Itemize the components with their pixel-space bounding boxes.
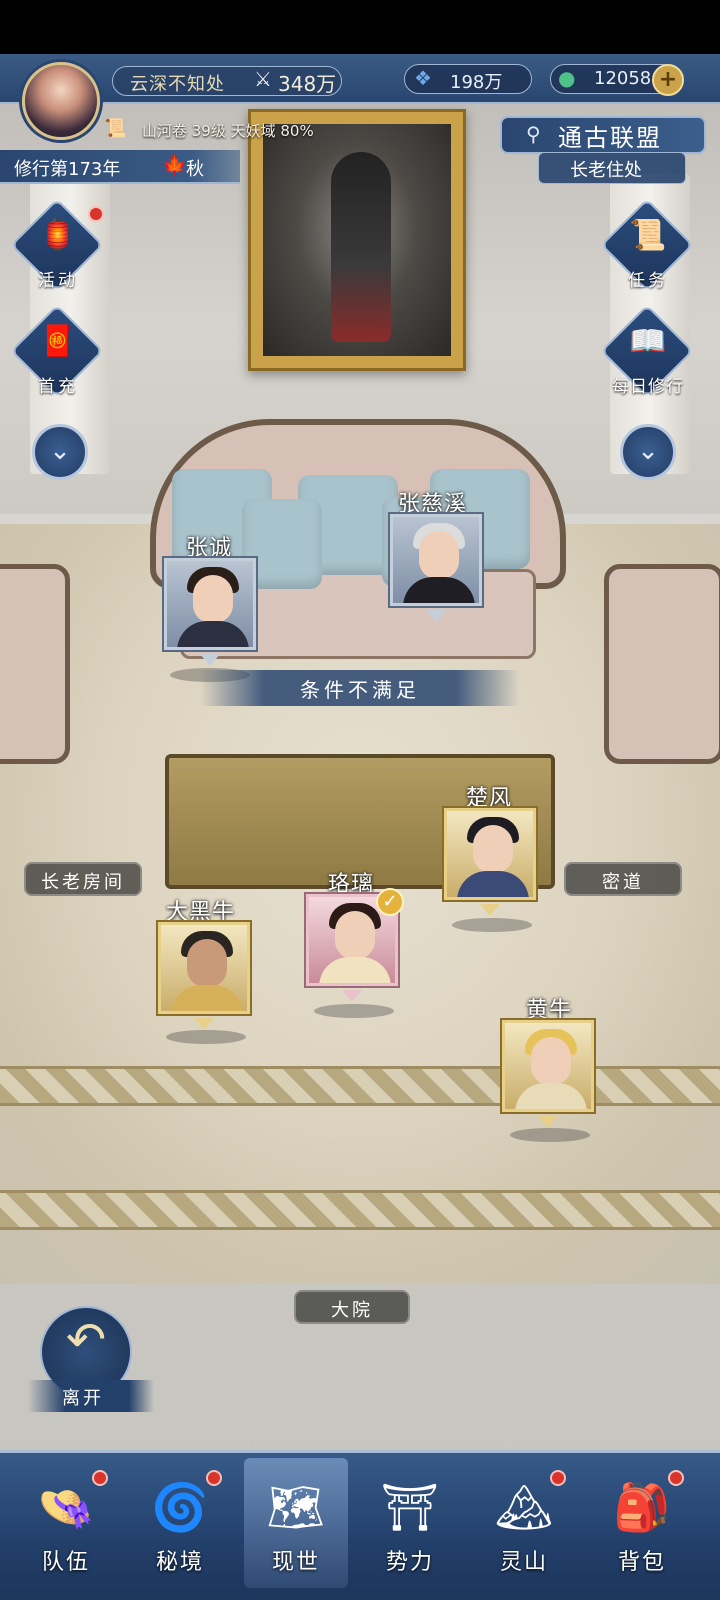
- jade-icon: ●: [558, 66, 576, 90]
- secret-passage-label: 密道: [602, 872, 644, 893]
- courtyard-label: 大院: [331, 1300, 373, 1321]
- scroll-map-icon: 🗺: [266, 1480, 326, 1534]
- nav-label: 势力: [385, 1550, 434, 1575]
- add-currency-button[interactable]: +: [652, 64, 684, 96]
- first-recharge-button[interactable]: 🧧 首充: [10, 304, 104, 398]
- leave-label: 离开: [62, 1388, 104, 1409]
- lantern-icon: 🏮: [39, 218, 77, 253]
- npc-portrait-zhang-cixi[interactable]: [390, 514, 482, 606]
- chevron-down-icon: ⌄: [637, 436, 659, 466]
- player-name: 云深不知处: [130, 74, 225, 95]
- scroll-quest-icon: 📜: [629, 218, 667, 253]
- nav-label: 灵山: [499, 1550, 548, 1575]
- side-sofa-left: [0, 564, 70, 764]
- npc-portrait-huang-niu[interactable]: [502, 1020, 594, 1112]
- palace-icon: ⛩: [380, 1480, 440, 1534]
- condition-not-met-text: 条件不满足: [300, 678, 420, 702]
- npc-portrait-chu-feng[interactable]: [444, 808, 536, 900]
- npc-portrait-zhang-cheng[interactable]: [164, 558, 256, 650]
- activity-button[interactable]: 🏮 活动: [10, 198, 104, 292]
- alert-dot: [668, 1470, 684, 1486]
- spirit-stone-value: 198万: [450, 72, 503, 93]
- nav-world[interactable]: 🗺 现世: [244, 1458, 348, 1588]
- jade-value: 12058: [594, 68, 652, 89]
- expand-left-button[interactable]: ⌄: [32, 424, 88, 480]
- npc-pointer: [426, 610, 446, 622]
- crossed-swords-icon: ⚔: [254, 67, 272, 91]
- nav-bag[interactable]: 🎒 背包: [590, 1458, 694, 1588]
- gift-lantern-icon: 🧧: [39, 324, 77, 359]
- alert-dot: [550, 1470, 566, 1486]
- npc-shadow: [166, 1030, 246, 1044]
- quest-label: 任务: [628, 271, 668, 291]
- season: 秋: [186, 159, 204, 180]
- npc-pointer: [480, 904, 500, 916]
- status-strip: [0, 0, 720, 54]
- scroll-icon: 📜: [104, 118, 127, 139]
- npc-shadow: [452, 918, 532, 932]
- daily-cultivation-label: 每日修行: [612, 377, 684, 397]
- nav-spirit-mountain[interactable]: 🏔 灵山: [472, 1458, 576, 1588]
- npc-pointer: [342, 990, 362, 1002]
- rug-band: [0, 1190, 720, 1230]
- activity-label: 活动: [38, 271, 78, 291]
- rug-band: [0, 1066, 720, 1106]
- alert-dot: [92, 1470, 108, 1486]
- stage-progress[interactable]: 山河卷 39级 天妖域 80%: [142, 120, 314, 141]
- side-sofa-right: [604, 564, 720, 764]
- expand-right-button[interactable]: ⌄: [620, 424, 676, 480]
- nav-secret-realm[interactable]: 🌀 秘境: [128, 1458, 232, 1588]
- npc-pointer: [538, 1116, 558, 1128]
- activity-alert-dot: [88, 206, 104, 222]
- cultivation-year: 修行第173年: [14, 159, 121, 180]
- nav-faction[interactable]: ⛩ 势力: [358, 1458, 462, 1588]
- chevron-down-icon: ⌄: [49, 436, 71, 466]
- npc-portrait-da-hei-niu[interactable]: [158, 922, 250, 1014]
- spirit-stone-icon: ❖: [414, 66, 432, 90]
- leave-button[interactable]: ↶ 离开: [28, 1306, 158, 1418]
- combat-power: 348万: [278, 72, 337, 96]
- alert-dot: [206, 1470, 222, 1486]
- maple-leaf-icon: 🍁: [162, 153, 187, 177]
- nav-label: 现世: [271, 1550, 320, 1575]
- location-title: 通古联盟: [558, 124, 662, 152]
- nav-label: 队伍: [41, 1550, 90, 1575]
- npc-shadow: [314, 1004, 394, 1018]
- return-arrow-icon: ↶: [65, 1312, 107, 1368]
- player-avatar[interactable]: [22, 62, 100, 140]
- daily-cultivation-button[interactable]: 📖 每日修行: [600, 304, 702, 398]
- wall-painting: [248, 109, 466, 371]
- elder-room-label: 长老房间: [41, 872, 125, 893]
- npc-pointer: [200, 654, 220, 666]
- book-icon: 📖: [629, 324, 667, 359]
- quest-button[interactable]: 📜 任务: [600, 198, 694, 292]
- check-badge-icon: ✓: [376, 888, 404, 916]
- nav-label: 秘境: [155, 1550, 204, 1575]
- location-pin-icon: ⚲: [526, 122, 541, 146]
- location-subtitle: 长老住处: [570, 160, 642, 181]
- first-recharge-label: 首充: [38, 377, 78, 397]
- nav-team[interactable]: 👒 队伍: [14, 1458, 118, 1588]
- nav-label: 背包: [617, 1550, 666, 1575]
- npc-pointer: [194, 1018, 214, 1030]
- npc-shadow: [510, 1128, 590, 1142]
